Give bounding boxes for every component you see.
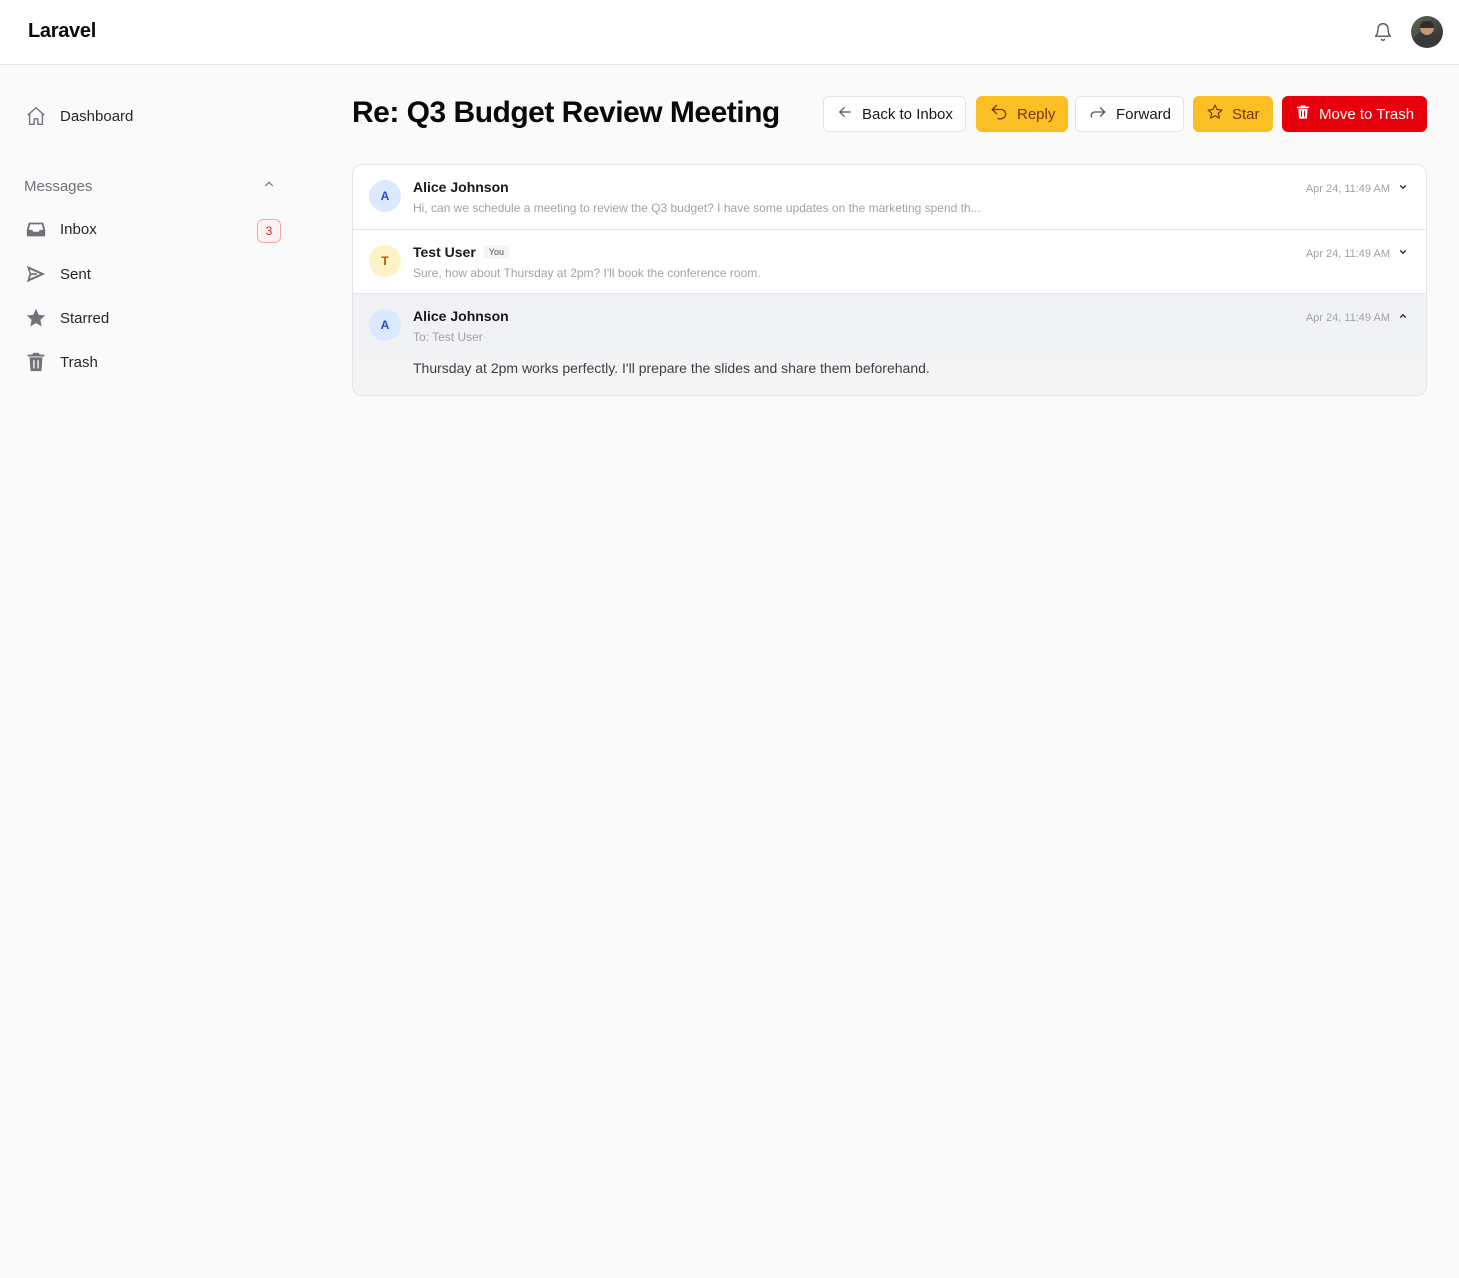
message-time-toggle[interactable]: Apr 24, 11:49 AM	[1306, 182, 1408, 195]
top-bar: Laravel	[0, 0, 1459, 65]
avatar: T	[369, 245, 401, 277]
sidebar-item-label: Dashboard	[60, 107, 134, 125]
forward-button[interactable]: Forward	[1075, 96, 1185, 132]
reply-button[interactable]: Reply	[976, 96, 1069, 132]
sidebar-item-starred[interactable]: Starred	[16, 300, 294, 336]
sidebar-item-label: Trash	[60, 353, 98, 371]
message-time-toggle[interactable]: Apr 24, 11:49 AM	[1306, 311, 1408, 324]
you-badge: You	[483, 245, 509, 259]
bell-icon[interactable]	[1371, 20, 1395, 44]
thread-message-expanded[interactable]: A Alice Johnson To: Test User Apr 24, 11…	[353, 294, 1426, 395]
star-label: Star	[1232, 105, 1260, 123]
move-to-trash-button[interactable]: Move to Trash	[1282, 96, 1428, 132]
message-snippet: Hi, can we schedule a meeting to review …	[413, 201, 981, 215]
chevron-down-icon	[1398, 247, 1408, 260]
sidebar-item-trash[interactable]: Trash	[16, 344, 294, 380]
star-button[interactable]: Star	[1193, 96, 1273, 132]
chevron-down-icon	[1398, 182, 1408, 195]
sidebar-item-label: Inbox	[60, 220, 97, 238]
unread-count-badge: 3	[257, 219, 281, 243]
chevron-up-icon	[262, 177, 276, 196]
avatar: A	[369, 309, 401, 341]
message-timestamp: Apr 24, 11:49 AM	[1305, 182, 1390, 195]
message-sender: Test User You	[413, 244, 509, 260]
brand-logo[interactable]: Laravel	[28, 20, 96, 43]
sender-name: Alice Johnson	[413, 179, 509, 195]
message-header[interactable]	[353, 294, 1426, 358]
trash-icon	[1295, 104, 1311, 124]
home-icon	[24, 104, 48, 128]
avatar: A	[369, 180, 401, 212]
sender-name: Alice Johnson	[413, 308, 509, 324]
message-timestamp: Apr 24, 11:49 AM	[1305, 247, 1390, 260]
sidebar-item-label: Sent	[60, 265, 91, 283]
sidebar-item-dashboard[interactable]: Dashboard	[16, 98, 294, 134]
message-recipient: To: Test User	[413, 330, 483, 344]
forward-label: Forward	[1116, 105, 1172, 123]
send-icon	[24, 262, 48, 286]
message-thread: A Alice Johnson Hi, can we schedule a me…	[352, 164, 1427, 396]
reply-label: Reply	[1017, 105, 1056, 123]
back-to-inbox-label: Back to Inbox	[862, 105, 953, 123]
message-sender: Alice Johnson	[413, 179, 509, 195]
star-outline-icon	[1206, 103, 1224, 125]
thread-message[interactable]: T Test User You Sure, how about Thursday…	[353, 230, 1426, 294]
messages-section-label: Messages	[24, 177, 93, 195]
messages-section-toggle[interactable]: Messages	[24, 175, 284, 197]
back-to-inbox-button[interactable]: Back to Inbox	[823, 96, 966, 132]
forward-icon	[1088, 102, 1108, 126]
sidebar-item-label: Starred	[60, 309, 110, 327]
message-body: Thursday at 2pm works perfectly. I'll pr…	[413, 360, 930, 376]
message-timestamp: Apr 24, 11:49 AM	[1305, 311, 1390, 324]
star-icon	[24, 306, 48, 330]
reply-icon	[989, 102, 1009, 126]
sidebar-item-sent[interactable]: Sent	[16, 256, 294, 292]
chevron-up-icon	[1398, 311, 1408, 324]
message-time-toggle[interactable]: Apr 24, 11:49 AM	[1306, 247, 1408, 260]
thread-message[interactable]: A Alice Johnson Hi, can we schedule a me…	[353, 165, 1426, 230]
message-snippet: Sure, how about Thursday at 2pm? I'll bo…	[413, 266, 761, 280]
inbox-icon	[24, 217, 48, 241]
arrow-left-icon	[836, 103, 854, 125]
sidebar-item-inbox[interactable]: Inbox 3	[16, 211, 294, 247]
user-avatar[interactable]	[1411, 16, 1443, 48]
sender-name: Test User	[413, 244, 476, 260]
move-to-trash-label: Move to Trash	[1319, 105, 1415, 123]
message-sender: Alice Johnson	[413, 308, 509, 324]
page-title: Re: Q3 Budget Review Meeting	[352, 96, 780, 129]
trash-icon	[24, 350, 48, 374]
